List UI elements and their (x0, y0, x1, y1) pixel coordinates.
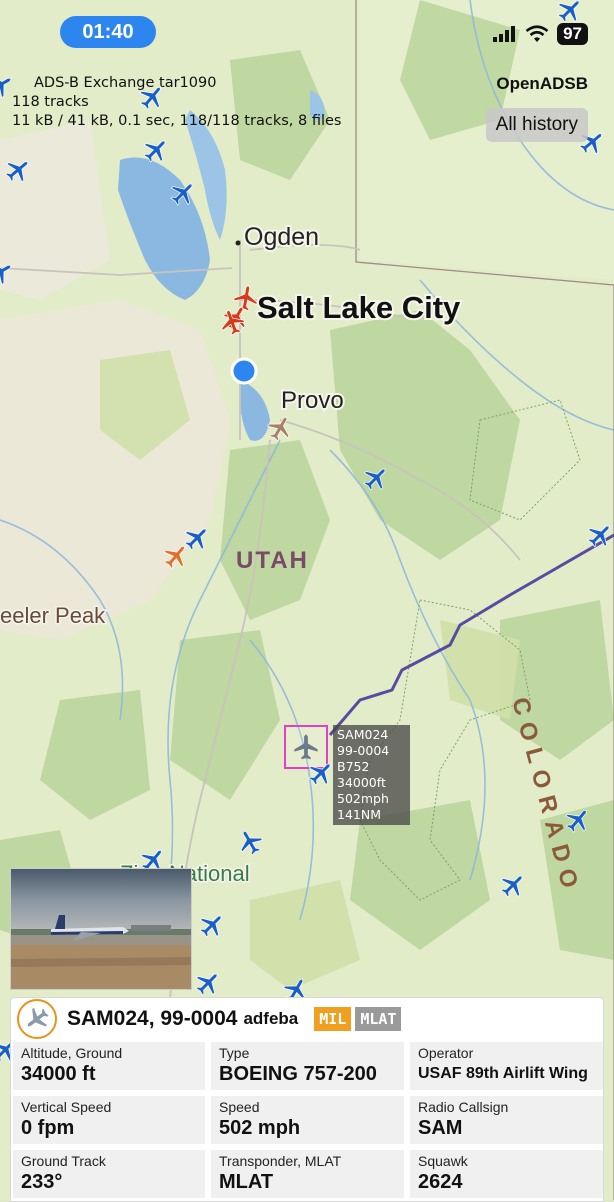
detail-value: 2624 (418, 1171, 463, 1193)
label-line: 502mph (337, 791, 389, 806)
all-history-button[interactable]: All history (485, 108, 588, 142)
label-line: 141NM (337, 807, 381, 822)
detail-label: Vertical Speed (21, 1099, 112, 1115)
detail-value: 0 fpm (21, 1117, 75, 1139)
cellular-signal-icon (493, 26, 516, 42)
detail-label: Transponder, MLAT (219, 1153, 342, 1169)
detail-value: MLAT (219, 1171, 274, 1193)
user-location-dot (230, 357, 258, 385)
battery-level: 97 (557, 23, 588, 45)
mlat-badge: MLAT (355, 1007, 402, 1031)
panel-header: SAM024, 99-0004 adfeba MIL MLAT (11, 998, 603, 1040)
aircraft-callsign: SAM024, 99-0004 (67, 1007, 238, 1030)
map-label-provo: Provo (281, 387, 344, 414)
detail-label: Ground Track (21, 1153, 106, 1169)
map-label-ogden: Ogden (244, 223, 319, 251)
detail-vertical-speed: Vertical Speed 0 fpm (13, 1096, 205, 1144)
selected-aircraft-label[interactable]: SAM024 99-0004 B752 34000ft 502mph 141NM (333, 725, 410, 825)
label-line: B752 (337, 759, 370, 774)
aircraft-photo[interactable] (10, 868, 192, 990)
plane-icon (24, 1006, 50, 1032)
detail-label: Altitude, Ground (21, 1045, 123, 1061)
detail-label: Radio Callsign (418, 1099, 509, 1115)
detail-squawk: Squawk 2624 (410, 1150, 603, 1198)
aircraft-hex: adfeba (243, 1009, 299, 1028)
detail-value: SAM (418, 1117, 463, 1139)
source-info-line: ADS-B Exchange tar1090 (34, 75, 217, 91)
label-line: 99-0004 (337, 743, 390, 758)
detail-value: BOEING 757-200 (219, 1063, 377, 1085)
source-info: ADS-B Exchange tar1090 118 tracks 11 kB … (12, 74, 341, 131)
detail-label: Speed (219, 1099, 260, 1115)
label-line: SAM024 (337, 727, 389, 742)
detail-value: 502 mph (219, 1117, 301, 1139)
status-time: 01:40 (60, 16, 156, 48)
detail-type: Type BOEING 757-200 (211, 1042, 404, 1090)
detail-label: Operator (418, 1045, 474, 1061)
app-title: OpenADSB (496, 74, 588, 93)
detail-radio-callsign: Radio Callsign SAM (410, 1096, 603, 1144)
map-label-salt-lake-city: Salt Lake City (257, 290, 461, 325)
detail-ground-track: Ground Track 233° (13, 1150, 205, 1198)
aircraft-avatar[interactable] (17, 999, 57, 1039)
detail-value: 34000 ft (21, 1063, 96, 1085)
detail-speed: Speed 502 mph (211, 1096, 404, 1144)
status-icons: 97 (493, 22, 588, 46)
detail-label: Type (219, 1045, 250, 1061)
map-label-wheeler-peak: eeler Peak (0, 603, 106, 628)
detail-value: USAF 89th Airlift Wing (418, 1065, 588, 1082)
label-line: 34000ft (337, 775, 386, 790)
detail-value: 233° (21, 1171, 63, 1193)
map-label-utah: UTAH (236, 547, 309, 574)
details-grid: Altitude, Ground 34000 ft Type BOEING 757-… (11, 1040, 603, 1198)
wifi-icon (525, 25, 549, 42)
mil-badge: MIL (314, 1007, 352, 1031)
detail-operator: Operator USAF 89th Airlift Wing (410, 1042, 603, 1090)
source-info-line: 118 tracks (12, 94, 89, 110)
detail-transponder: Transponder, MLAT MLAT (211, 1150, 404, 1198)
source-info-line: 11 kB / 41 kB, 0.1 sec, 118/118 tracks, … (12, 113, 342, 129)
detail-label: Squawk (418, 1153, 468, 1169)
aircraft-info-panel: SAM024, 99-0004 adfeba MIL MLAT Altitude… (10, 997, 604, 1202)
detail-altitude: Altitude, Ground 34000 ft (13, 1042, 205, 1090)
